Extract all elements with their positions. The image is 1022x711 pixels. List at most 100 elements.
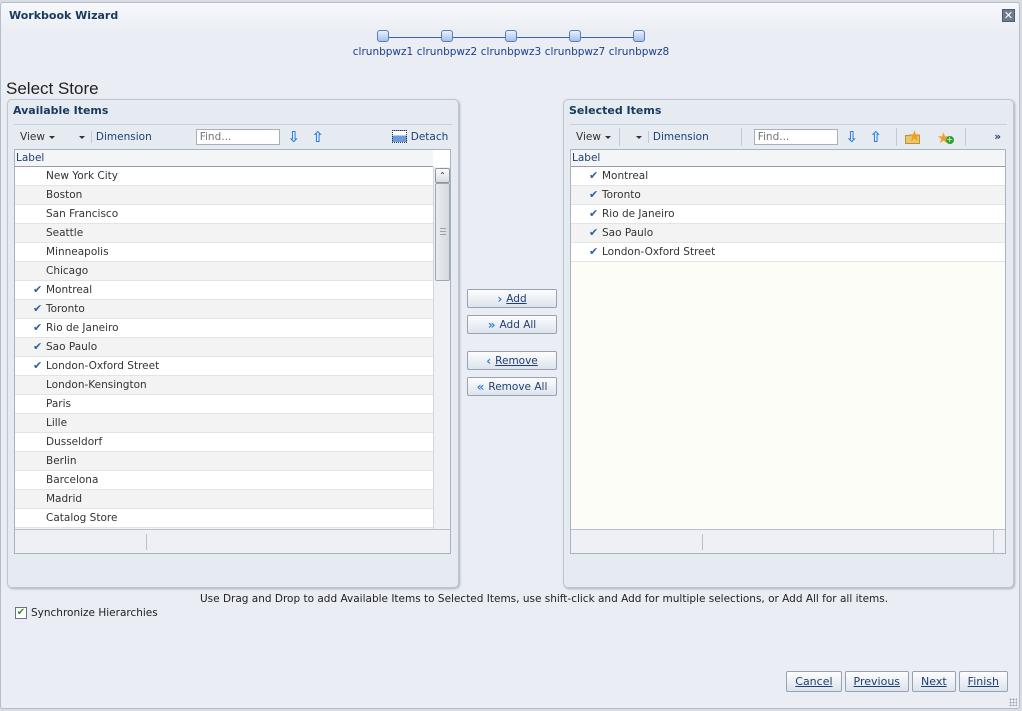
list-item[interactable]: ✔ Sao Paulo xyxy=(15,338,433,357)
list-item[interactable]: Dusseldorf xyxy=(15,433,433,452)
list-item[interactable]: ✔ Montreal xyxy=(15,281,433,300)
list-item[interactable]: Boston xyxy=(15,186,433,205)
find-next-arrow-down-icon[interactable]: ⇩ xyxy=(286,128,302,146)
wizard-train: clrunbpwz1 clrunbpwz2 clrunbpwz3 clrunbp… xyxy=(351,30,671,64)
train-stop-4[interactable]: clrunbpwz7 xyxy=(543,30,607,58)
remove-button[interactable]: ‹ Remove xyxy=(467,351,557,370)
available-toolbar: View Dimension ⇩ ⇧ Detach xyxy=(14,124,452,148)
remove-all-button[interactable]: « Remove All xyxy=(467,377,557,396)
column-header-label[interactable]: Label xyxy=(15,150,433,167)
scroll-up-icon[interactable]: ⌃ xyxy=(435,168,450,183)
list-item-label: Seattle xyxy=(46,227,84,239)
add-label: Add xyxy=(506,292,527,305)
list-item[interactable]: ✔ Montreal xyxy=(571,167,1005,186)
list-item[interactable]: San Francisco xyxy=(15,205,433,224)
panel-title: Available Items xyxy=(13,104,109,117)
dimension-menu[interactable]: Dimension xyxy=(622,127,715,147)
list-item-label: Boston xyxy=(46,189,83,201)
finish-button[interactable]: Finish xyxy=(958,671,1008,692)
find-group: ⇩ ⇧ xyxy=(744,127,890,147)
remove-label: Remove xyxy=(495,354,538,367)
list-item[interactable]: Catalog Store xyxy=(15,509,433,528)
synchronize-hierarchies-checkbox[interactable]: ✔ xyxy=(15,607,27,619)
find-input[interactable] xyxy=(753,128,838,145)
check-icon: ✔ xyxy=(33,321,43,334)
add-all-button[interactable]: » Add All xyxy=(467,315,557,334)
list-item[interactable]: London-Kensington xyxy=(15,376,433,395)
footer-separator xyxy=(146,534,147,550)
train-node-icon[interactable] xyxy=(633,30,645,42)
dimension-label: Dimension xyxy=(95,130,152,143)
list-item[interactable]: Seattle xyxy=(15,224,433,243)
list-item[interactable]: ✔ London-Oxford Street xyxy=(15,357,433,376)
list-item-label: Toronto xyxy=(46,303,85,315)
train-stop-2[interactable]: clrunbpwz2 xyxy=(415,30,479,58)
list-item[interactable]: Lille xyxy=(15,414,433,433)
train-stop-label[interactable]: clrunbpwz8 xyxy=(607,46,671,58)
column-header-label[interactable]: Label xyxy=(571,150,1005,167)
open-favorites-button[interactable]: ★ xyxy=(899,127,925,147)
instruction-hint: Use Drag and Drop to add Available Items… xyxy=(200,593,889,605)
find-previous-arrow-up-icon[interactable]: ⇧ xyxy=(868,128,884,146)
view-label: View xyxy=(20,130,45,143)
train-stop-5[interactable]: clrunbpwz8 xyxy=(607,30,671,58)
synchronize-hierarchies[interactable]: ✔ Synchronize Hierarchies xyxy=(15,607,158,619)
train-stop-label[interactable]: clrunbpwz1 xyxy=(351,46,415,58)
check-icon: ✔ xyxy=(33,340,43,353)
check-icon: ✔ xyxy=(589,188,599,201)
find-input[interactable] xyxy=(195,128,280,145)
close-icon[interactable]: ✕ xyxy=(1002,9,1015,22)
train-stop-3[interactable]: clrunbpwz3 xyxy=(479,30,543,58)
train-stop-label[interactable]: clrunbpwz2 xyxy=(415,46,479,58)
train-stop-label[interactable]: clrunbpwz7 xyxy=(543,46,607,58)
train-node-icon[interactable] xyxy=(441,30,453,42)
list-item[interactable]: ✔ Toronto xyxy=(15,300,433,319)
selected-items-table: Label ✔ Montreal ✔ Toronto ✔ Rio de Janeiro ✔ S… xyxy=(570,149,1006,554)
previous-button[interactable]: Previous xyxy=(844,671,910,692)
next-button[interactable]: Next xyxy=(912,671,956,692)
list-item[interactable]: ✔ Rio de Janeiro xyxy=(571,205,1005,224)
folder-star-icon: ★ xyxy=(904,127,921,145)
view-menu[interactable]: View xyxy=(570,127,617,147)
list-item[interactable]: Berlin xyxy=(15,452,433,471)
selected-toolbar: View Dimension ⇩ ⇧ ★ ★+ » xyxy=(570,124,1007,148)
list-item[interactable]: Minneapolis xyxy=(15,243,433,262)
wizard-footer-buttons: Cancel Previous Next Finish xyxy=(783,671,1008,692)
caret-down-icon xyxy=(635,136,642,139)
resize-grip-icon[interactable] xyxy=(1009,698,1017,706)
toolbar-separator xyxy=(964,127,966,146)
list-item[interactable]: Paris xyxy=(15,395,433,414)
list-item[interactable]: ✔ Toronto xyxy=(571,186,1005,205)
toolbar-separator xyxy=(90,130,92,143)
train-node-icon[interactable] xyxy=(505,30,517,42)
list-item[interactable]: Madrid xyxy=(15,490,433,509)
panel-title: Selected Items xyxy=(569,104,662,117)
dimension-label: Dimension xyxy=(652,130,709,143)
list-item[interactable]: ✔ Sao Paulo xyxy=(571,224,1005,243)
train-node-icon[interactable] xyxy=(377,30,389,42)
list-item[interactable]: ✔ London-Oxford Street xyxy=(571,243,1005,262)
list-item[interactable]: ✔ Rio de Janeiro xyxy=(15,319,433,338)
cancel-button[interactable]: Cancel xyxy=(786,671,842,692)
add-all-label: Add All xyxy=(499,318,537,331)
list-item[interactable]: Chicago xyxy=(15,262,433,281)
list-item-label: Madrid xyxy=(46,493,83,505)
scroll-thumb[interactable] xyxy=(435,183,450,281)
dimension-menu[interactable]: Dimension xyxy=(65,127,158,147)
list-item[interactable]: Barcelona xyxy=(15,471,433,490)
train-node-icon[interactable] xyxy=(569,30,581,42)
add-favorite-button[interactable]: ★ + xyxy=(925,127,957,147)
find-previous-arrow-up-icon[interactable]: ⇧ xyxy=(310,128,326,146)
check-icon: ✔ xyxy=(589,169,599,182)
view-menu[interactable]: View xyxy=(14,127,61,147)
find-next-arrow-down-icon[interactable]: ⇩ xyxy=(844,128,860,146)
list-item-label: London-Oxford Street xyxy=(602,246,716,258)
add-button[interactable]: › Add xyxy=(467,289,557,308)
detach-button[interactable]: Detach xyxy=(386,127,455,147)
list-item[interactable]: New York City xyxy=(15,167,433,186)
train-stop-label[interactable]: clrunbpwz3 xyxy=(479,46,543,58)
vertical-scrollbar[interactable]: ⌃ ⌄ xyxy=(433,167,450,553)
overflow-button[interactable]: » xyxy=(988,127,1007,147)
train-stop-1[interactable]: clrunbpwz1 xyxy=(351,30,415,58)
